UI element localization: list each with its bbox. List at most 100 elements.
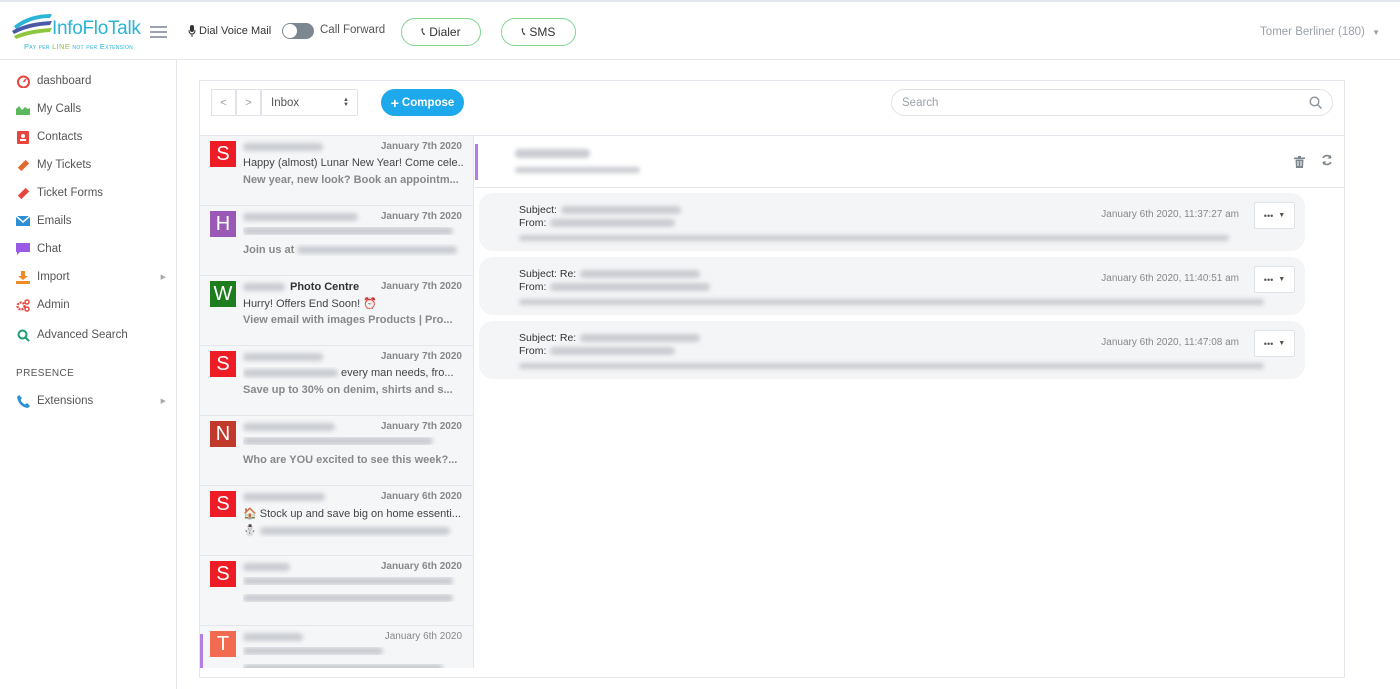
message-actions-dropdown[interactable]: ••• ▼ bbox=[1254, 202, 1295, 229]
message-timestamp: January 6th 2020, 11:40:51 am bbox=[1101, 273, 1239, 284]
message-subject: Subject: Re: bbox=[519, 332, 701, 344]
trash-icon bbox=[1293, 156, 1305, 168]
sidebar-item-ticket-forms[interactable]: Ticket Forms bbox=[16, 183, 166, 203]
from-label: From: bbox=[519, 281, 547, 293]
sender-name bbox=[243, 140, 323, 154]
message-preview bbox=[519, 299, 1264, 305]
thread-message[interactable]: Subject: Re: From: January 6th 2020, 11:… bbox=[479, 321, 1305, 379]
search-icon bbox=[16, 328, 30, 342]
email-preview bbox=[243, 594, 463, 602]
from-label: From: bbox=[519, 345, 547, 357]
ticket-icon bbox=[16, 186, 30, 200]
avatar: S bbox=[210, 141, 236, 167]
message-from: From: bbox=[519, 281, 711, 293]
download-icon bbox=[16, 270, 30, 284]
avatar: T bbox=[210, 631, 236, 657]
logo-text: InfoFloTalk bbox=[52, 18, 141, 39]
selected-indicator bbox=[475, 144, 478, 180]
caret-down-icon: ▼ bbox=[1278, 212, 1286, 219]
sidebar-item-label: Extensions bbox=[37, 395, 94, 407]
email-list-item-selected[interactable]: T January 6th 2020 bbox=[200, 626, 473, 668]
sender-name bbox=[243, 420, 335, 434]
logo[interactable]: InfoFloTalk Pay per LINE not per Extensi… bbox=[10, 12, 155, 54]
email-preview: ⛄ bbox=[243, 524, 463, 537]
avatar: S bbox=[210, 561, 236, 587]
phone-icon bbox=[16, 394, 30, 408]
email-list-item[interactable]: S January 6th 2020 🏠 Stock up and save b… bbox=[200, 486, 473, 556]
email-list-item[interactable]: S January 7th 2020 Happy (almost) Lunar … bbox=[200, 136, 473, 206]
compose-label: Compose bbox=[401, 96, 455, 109]
sidebar-item-label: dashboard bbox=[37, 75, 92, 87]
sidebar-item-emails[interactable]: Emails bbox=[16, 211, 166, 231]
caret-down-icon: ▼ bbox=[1278, 276, 1286, 283]
search-icon[interactable] bbox=[1309, 96, 1322, 109]
thread-message[interactable]: Subject: Re: From: January 6th 2020, 11:… bbox=[479, 257, 1305, 315]
email-list-item[interactable]: W Photo Centre January 7th 2020 Hurry! O… bbox=[200, 276, 473, 346]
call-forward-label: Call Forward bbox=[320, 24, 386, 36]
search-input[interactable] bbox=[902, 96, 1302, 109]
subject-label: Subject: Re: bbox=[519, 332, 577, 344]
top-bar: InfoFloTalk Pay per LINE not per Extensi… bbox=[0, 0, 1400, 60]
email-subject bbox=[243, 227, 463, 235]
ellipsis-icon: ••• bbox=[1263, 274, 1274, 285]
subject-label: Subject: Re: bbox=[519, 268, 577, 280]
caret-down-icon: ▼ bbox=[1278, 340, 1286, 347]
email-list: S January 7th 2020 Happy (almost) Lunar … bbox=[200, 136, 474, 668]
email-list-item[interactable]: N January 7th 2020 Who are YOU excited t… bbox=[200, 416, 473, 486]
user-name: Tomer Berliner (180) bbox=[1260, 26, 1365, 38]
compose-button[interactable]: + Compose bbox=[381, 89, 464, 116]
message-timestamp: January 6th 2020, 11:47:08 am bbox=[1101, 337, 1239, 348]
avatar: W bbox=[210, 281, 236, 307]
dialer-button[interactable]: 📞︎ Dialer bbox=[401, 18, 481, 46]
folder-select[interactable]: Inbox ▲ ▼ bbox=[261, 89, 358, 116]
email-list-item[interactable]: S January 6th 2020 bbox=[200, 556, 473, 626]
subject-text: every man needs, fro... bbox=[341, 367, 454, 379]
thread-message[interactable]: Subject: From: January 6th 2020, 11:37:2… bbox=[479, 193, 1305, 251]
refresh-button[interactable] bbox=[1319, 152, 1335, 168]
email-list-item[interactable]: S January 7th 2020 every man needs, fro.… bbox=[200, 346, 473, 416]
sidebar-item-my-tickets[interactable]: My Tickets bbox=[16, 155, 166, 175]
message-subject: Subject: bbox=[519, 204, 681, 216]
email-subject: every man needs, fro... bbox=[243, 367, 463, 379]
phone-icon: 📞︎ bbox=[421, 25, 426, 38]
sidebar-item-my-calls[interactable]: My Calls bbox=[16, 99, 166, 119]
sidebar-item-admin[interactable]: Admin bbox=[16, 295, 166, 315]
sidebar-item-extensions[interactable]: Extensions ▶ bbox=[16, 391, 166, 411]
sidebar-item-label: My Calls bbox=[37, 103, 82, 115]
sms-label: SMS bbox=[529, 25, 556, 39]
contact-email bbox=[515, 167, 640, 173]
delete-button[interactable] bbox=[1291, 154, 1307, 170]
sidebar-item-advanced-search[interactable]: Advanced Search bbox=[16, 325, 166, 345]
gears-icon bbox=[16, 298, 30, 312]
call-forward-toggle[interactable] bbox=[282, 23, 314, 39]
email-toolbar: < > Inbox ▲ ▼ + Compose bbox=[200, 81, 1344, 136]
dial-voice-mail-button[interactable]: Dial Voice Mail bbox=[188, 25, 271, 37]
address-book-icon bbox=[16, 130, 30, 144]
email-list-item[interactable]: H January 7th 2020 Join us at bbox=[200, 206, 473, 276]
select-arrows-icon: ▲ ▼ bbox=[343, 96, 349, 108]
sidebar-item-import[interactable]: Import ▶ bbox=[16, 267, 166, 287]
message-actions-dropdown[interactable]: ••• ▼ bbox=[1254, 266, 1295, 293]
contact-name bbox=[515, 149, 590, 158]
submenu-arrow-icon: ▶ bbox=[160, 398, 166, 405]
ellipsis-icon: ••• bbox=[1263, 338, 1274, 349]
sidebar-item-contacts[interactable]: Contacts bbox=[16, 127, 166, 147]
preview-text: Join us at bbox=[243, 244, 295, 256]
sender-name bbox=[243, 210, 358, 224]
sms-button[interactable]: 📞︎ SMS bbox=[501, 18, 576, 46]
sender-name: Photo Centre bbox=[243, 280, 359, 294]
message-actions-dropdown[interactable]: ••• ▼ bbox=[1254, 330, 1295, 357]
dial-voice-mail-label: Dial Voice Mail bbox=[199, 25, 272, 37]
sidebar-item-dashboard[interactable]: dashboard bbox=[16, 71, 166, 91]
caret-down-icon: ▼ bbox=[1372, 28, 1380, 37]
user-menu[interactable]: Tomer Berliner (180) ▼ bbox=[1260, 26, 1380, 38]
speedometer-icon bbox=[16, 74, 30, 88]
next-page-button[interactable]: > bbox=[236, 89, 261, 116]
hamburger-menu-icon[interactable] bbox=[150, 26, 167, 38]
prev-page-button[interactable]: < bbox=[211, 89, 236, 116]
sidebar: dashboard My Calls Contacts My Tickets T… bbox=[0, 60, 177, 689]
sidebar-item-chat[interactable]: Chat bbox=[16, 239, 166, 259]
plus-icon: + bbox=[390, 94, 399, 111]
email-preview: New year, new look? Book an appointm... bbox=[243, 174, 459, 186]
avatar: N bbox=[210, 421, 236, 447]
